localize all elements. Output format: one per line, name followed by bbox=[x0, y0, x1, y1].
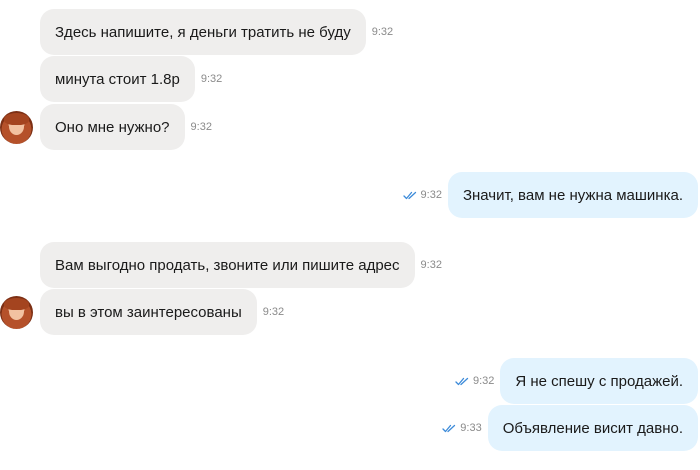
outgoing-message-bubble[interactable]: Значит, вам не нужна машинка. bbox=[447, 172, 698, 218]
incoming-message-bubble[interactable]: Оно мне нужно? bbox=[40, 104, 185, 150]
message-row: Здесь напишите, я деньги тратить не буду… bbox=[0, 9, 700, 55]
message-row: 9:33 Объявление висит давно. bbox=[0, 405, 700, 451]
message-time: 9:32 bbox=[200, 73, 223, 85]
message-time: 9:32 bbox=[472, 375, 495, 387]
message-time: 9:32 bbox=[262, 306, 285, 318]
message-text: Значит, вам не нужна машинка. bbox=[462, 186, 683, 204]
message-row: Оно мне нужно? 9:32 bbox=[0, 104, 700, 150]
message-row: 9:32 Я не спешу с продажей. bbox=[0, 358, 700, 404]
message-text: Объявление висит давно. bbox=[502, 419, 683, 437]
double-check-icon bbox=[442, 424, 456, 432]
contact-avatar[interactable] bbox=[0, 295, 33, 329]
avatar-slot bbox=[0, 104, 40, 150]
message-text: минута стоит 1.8р bbox=[55, 70, 180, 88]
double-check-icon bbox=[402, 191, 416, 199]
outgoing-message-bubble[interactable]: Объявление висит давно. bbox=[487, 405, 698, 451]
message-text: Здесь напишите, я деньги тратить не буду bbox=[55, 23, 351, 41]
double-check-icon bbox=[455, 377, 469, 385]
message-text: Оно мне нужно? bbox=[55, 118, 170, 136]
message-text: Я не спешу с продажей. bbox=[515, 372, 683, 390]
message-status: 9:33 bbox=[442, 422, 482, 434]
incoming-message-bubble[interactable]: вы в этом заинтересованы bbox=[40, 289, 257, 335]
message-row: Вам выгодно продать, звоните или пишите … bbox=[0, 242, 700, 288]
avatar-slot bbox=[0, 289, 40, 335]
message-time: 9:32 bbox=[420, 189, 442, 201]
message-row: 9:32 Значит, вам не нужна машинка. bbox=[0, 172, 700, 218]
message-time: 9:32 bbox=[190, 121, 212, 133]
incoming-message-bubble[interactable]: минута стоит 1.8р bbox=[40, 56, 195, 102]
avatar-placeholder bbox=[0, 242, 40, 288]
incoming-message-bubble[interactable]: Вам выгодно продать, звоните или пишите … bbox=[40, 242, 415, 288]
avatar-placeholder bbox=[0, 9, 40, 55]
avatar-placeholder bbox=[0, 56, 40, 102]
contact-avatar[interactable] bbox=[0, 110, 33, 144]
message-status: 9:32 bbox=[402, 189, 442, 201]
outgoing-message-bubble[interactable]: Я не спешу с продажей. bbox=[500, 358, 698, 404]
message-status: 9:32 bbox=[455, 375, 494, 387]
message-row: минута стоит 1.8р 9:32 bbox=[0, 56, 700, 102]
message-time: 9:32 bbox=[420, 259, 442, 271]
message-text: вы в этом заинтересованы bbox=[55, 303, 242, 321]
message-time: 9:32 bbox=[371, 26, 394, 38]
message-time: 9:33 bbox=[460, 422, 482, 434]
message-row: вы в этом заинтересованы 9:32 bbox=[0, 289, 700, 335]
incoming-message-bubble[interactable]: Здесь напишите, я деньги тратить не буду bbox=[40, 9, 366, 55]
message-text: Вам выгодно продать, звоните или пишите … bbox=[55, 256, 400, 274]
